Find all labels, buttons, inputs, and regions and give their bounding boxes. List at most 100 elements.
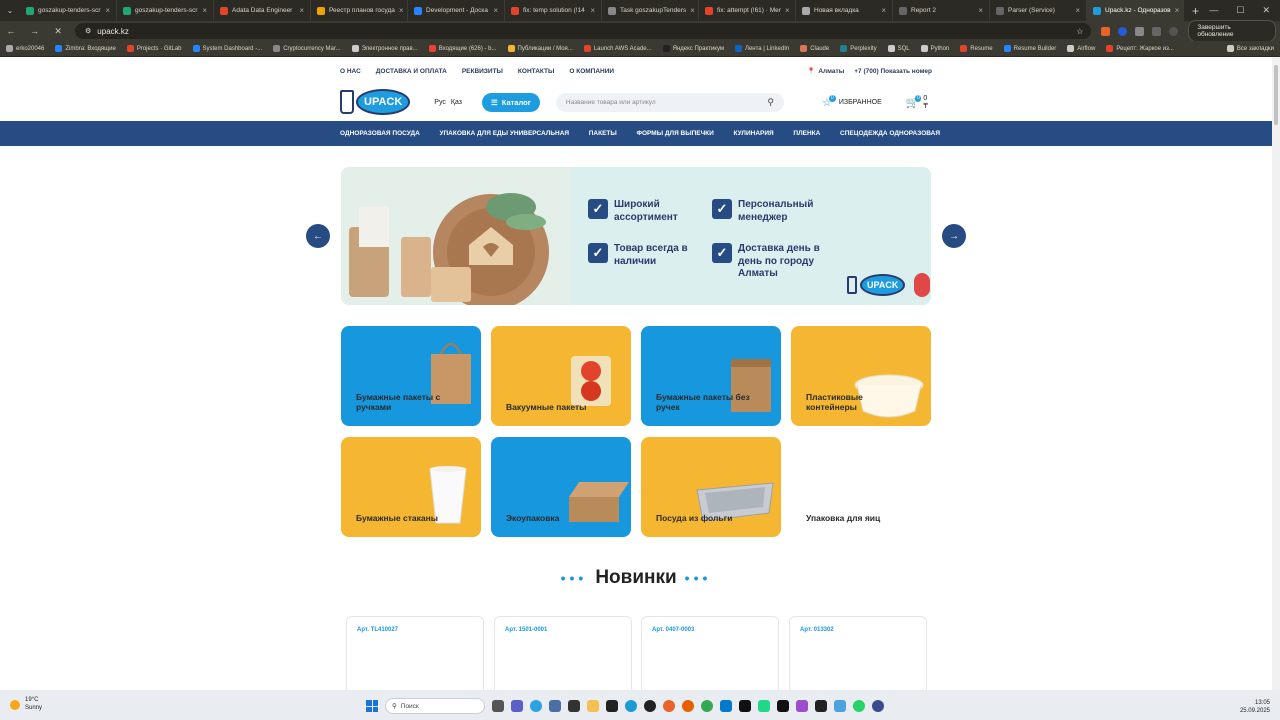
site-info-icon[interactable]: ⚙ — [85, 27, 91, 35]
nav-delivery[interactable]: ДОСТАВКА И ОПЛАТА — [376, 68, 447, 75]
favorites-link[interactable]: ☆ 0 ИЗБРАННОЕ — [822, 94, 882, 109]
category-tile[interactable]: Посуда из фольги — [641, 437, 781, 537]
category-tile[interactable]: Упаковка для яиц — [791, 437, 931, 537]
firefox-icon[interactable] — [682, 700, 694, 712]
maximize-icon[interactable]: ☐ — [1236, 5, 1244, 16]
nav-contacts[interactable]: КОНТАКТЫ — [518, 68, 554, 75]
edge-icon[interactable] — [625, 700, 637, 712]
file-explorer-icon[interactable] — [587, 700, 599, 712]
close-tab-icon[interactable]: × — [1075, 6, 1080, 15]
telegram-icon[interactable] — [530, 700, 542, 712]
browser-tab[interactable]: fix: temp solution (!14 × — [505, 0, 602, 21]
bookmark-item[interactable]: Claude — [800, 45, 829, 52]
app-icon[interactable] — [606, 700, 618, 712]
site-logo[interactable]: UPACK — [340, 89, 411, 115]
search-input[interactable]: Название товара или артикул ⚲ — [555, 92, 784, 112]
tab-search-icon[interactable]: ⌄ — [0, 0, 20, 21]
bookmark-item[interactable]: SQL — [887, 45, 910, 52]
bookmark-star-icon[interactable]: ☆ — [1076, 27, 1083, 36]
city-selector[interactable]: 📍 Алматы — [807, 67, 844, 76]
bookmark-item[interactable]: Projects · GitLab — [126, 45, 182, 52]
close-window-icon[interactable]: ✕ — [1262, 5, 1270, 16]
slider-prev-button[interactable]: ← — [306, 224, 330, 248]
close-tab-icon[interactable]: × — [299, 6, 304, 15]
slider-next-button[interactable]: → — [942, 224, 966, 248]
catalog-button[interactable]: ☰ Каталог — [482, 92, 540, 112]
weather-widget[interactable]: 19°C Sunny — [0, 697, 160, 713]
extension-icon[interactable] — [1101, 26, 1111, 36]
lang-kz[interactable]: Қаз — [451, 99, 462, 106]
category-tile[interactable]: Бумажные пакеты с ручками — [341, 326, 481, 426]
category-menu-item[interactable]: УПАКОВКА ДЛЯ ЕДЫ УНИВЕРСАЛЬНАЯ — [439, 130, 569, 137]
product-card[interactable]: Арт. 0407-0003 — [641, 616, 779, 690]
all-bookmarks-button[interactable]: Все закладки — [1226, 45, 1274, 52]
category-menu-item[interactable]: КУЛИНАРИЯ — [734, 130, 774, 137]
whatsapp-icon[interactable] — [853, 700, 865, 712]
bookmark-item[interactable]: System Dashboard -... — [192, 45, 262, 52]
forward-icon[interactable]: → — [28, 26, 42, 36]
bookmark-item[interactable]: Cryptocurrency Mar... — [273, 45, 341, 52]
bookmark-item[interactable]: Resume Builder — [1003, 45, 1056, 52]
photos-icon[interactable] — [834, 700, 846, 712]
bookmark-item[interactable]: erko20046 — [6, 45, 44, 52]
browser-tab[interactable]: goszakup-tenders-scr × — [20, 0, 117, 21]
page-scrollbar[interactable] — [1272, 57, 1280, 690]
nav-requisites[interactable]: РЕКВИЗИТЫ — [462, 68, 503, 75]
app-icon[interactable] — [549, 700, 561, 712]
bookmark-item[interactable]: Python — [920, 45, 949, 52]
new-tab-button[interactable]: + — [1184, 4, 1207, 18]
product-card[interactable]: Арт. 1501-0001 — [494, 616, 632, 690]
bookmark-item[interactable]: Airflow — [1067, 45, 1095, 52]
bookmark-item[interactable]: Входящие (626) - b... — [428, 45, 497, 52]
app-icon[interactable] — [815, 700, 827, 712]
browser-tab[interactable]: goszakup-tenders-scr × — [117, 0, 214, 21]
taskbar-search[interactable]: ⚲ Поиск — [385, 698, 485, 714]
browser-tab[interactable]: Report 2 × — [893, 0, 990, 21]
browser-tab[interactable]: Task goszakupTenders × — [602, 0, 699, 21]
close-tab-icon[interactable]: × — [1175, 6, 1180, 15]
browser-tab[interactable]: Parser (Service) × — [990, 0, 1087, 21]
app-icon[interactable] — [796, 700, 808, 712]
bookmark-item[interactable]: Zimbra: Входящие — [55, 45, 116, 52]
category-menu-item[interactable]: ОДНОРАЗОВАЯ ПОСУДА — [340, 130, 420, 137]
search-icon[interactable]: ⚲ — [767, 97, 774, 108]
lang-ru[interactable]: Рус — [434, 99, 446, 106]
stop-loading-icon[interactable]: ✕ — [51, 26, 65, 37]
app-icon[interactable] — [872, 700, 884, 712]
category-tile[interactable]: Пластиковые контейнеры — [791, 326, 931, 426]
url-input[interactable]: ⚙ upack.kz ☆ — [75, 23, 1092, 39]
start-icon[interactable] — [366, 700, 378, 712]
close-tab-icon[interactable]: × — [493, 6, 498, 15]
chatgpt-icon[interactable] — [644, 700, 656, 712]
browser-tab[interactable]: fix: attempt (!61) · Mer × — [699, 0, 796, 21]
pycharm-icon[interactable] — [758, 700, 770, 712]
task-view-icon[interactable] — [492, 700, 504, 712]
nav-company[interactable]: О КОМПАНИИ — [569, 68, 614, 75]
bookmark-item[interactable]: Электронное прав... — [351, 45, 418, 52]
browser-tab[interactable]: Upack.kz - Одноразов × — [1087, 0, 1184, 21]
category-tile[interactable]: Бумажные пакеты без ручек — [641, 326, 781, 426]
chrome-icon[interactable] — [701, 700, 713, 712]
vscode-icon[interactable] — [720, 700, 732, 712]
close-tab-icon[interactable]: × — [785, 6, 790, 15]
product-card[interactable]: Арт. 013302 — [789, 616, 927, 690]
bookmark-item[interactable]: Resume — [960, 45, 993, 52]
close-tab-icon[interactable]: × — [105, 6, 110, 15]
category-tile[interactable]: Экоупаковка — [491, 437, 631, 537]
bookmark-item[interactable]: Launch AWS Acade... — [583, 45, 652, 52]
close-tab-icon[interactable]: × — [978, 6, 983, 15]
browser-tab[interactable]: Adata Data Engineer × — [214, 0, 311, 21]
system-clock[interactable]: 13:05 25.09.2025 — [1240, 699, 1270, 716]
promo-banner[interactable]: ✓ Широкий ассортимент ✓ Персональный мен… — [341, 167, 931, 305]
category-menu-item[interactable]: ПЛЕНКА — [793, 130, 820, 137]
close-tab-icon[interactable]: × — [881, 6, 886, 15]
browser-tab[interactable]: Новая вкладка × — [796, 0, 893, 21]
update-button[interactable]: Завершить обновление — [1188, 20, 1276, 42]
browser-tab[interactable]: Реестр планов госуда × — [311, 0, 408, 21]
scrollbar-thumb[interactable] — [1274, 65, 1278, 125]
datagrip-icon[interactable] — [777, 700, 789, 712]
extensions-puzzle-icon[interactable] — [1135, 26, 1145, 36]
terminal-icon[interactable] — [568, 700, 580, 712]
bookmark-item[interactable]: Perplexity — [840, 45, 877, 52]
app-icon[interactable] — [663, 700, 675, 712]
